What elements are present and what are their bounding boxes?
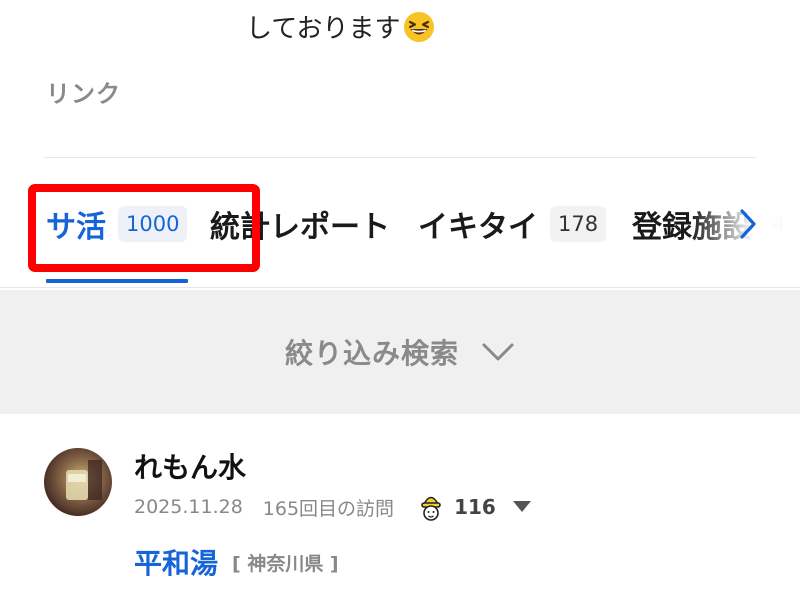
post-like-count: 116 (454, 495, 496, 519)
sauna-hat-icon (418, 492, 444, 522)
post-meta: 2025.11.28 165回目の訪問 116 (134, 492, 532, 522)
tab-label: サ活 (46, 210, 106, 245)
avatar[interactable] (44, 448, 112, 516)
tab-sakatsu[interactable]: サ活 1000 (46, 202, 188, 246)
tab-registered-facilities[interactable]: 登録施設 4 (632, 202, 793, 246)
tab-label: イキタイ (418, 210, 538, 245)
chevron-down-icon (481, 342, 515, 362)
post-visit-count: 165回目の訪問 (262, 497, 395, 520)
tab-count: 4 (772, 212, 786, 236)
facility-prefecture: [ 神奈川県 ] (232, 552, 339, 575)
likes-dropdown-button[interactable] (512, 496, 532, 518)
post-date: 2025.11.28 (134, 496, 243, 518)
triangle-down-icon (512, 496, 532, 518)
grinning-squinting-face-icon (402, 10, 436, 44)
filter-label: 絞り込み検索 (284, 337, 459, 370)
links-heading: リンク (46, 80, 121, 108)
active-tab-indicator (46, 279, 188, 283)
filter-search-toggle[interactable]: 絞り込み検索 (0, 290, 800, 414)
intro-text: しております (246, 8, 436, 45)
tab-count: 178 (550, 206, 607, 242)
post-username[interactable]: れもん水 (134, 446, 246, 486)
tab-label: 統計レポート (210, 210, 390, 245)
chevron-right-icon (738, 207, 758, 245)
divider (44, 157, 756, 158)
tab-count: 1000 (118, 206, 188, 242)
intro-text-label: しております (246, 14, 401, 44)
post-card: れもん水 2025.11.28 165回目の訪問 116 平和湯 [ 神奈川県 (0, 414, 800, 600)
facility-name-link[interactable]: 平和湯 (134, 542, 218, 582)
tab-statistics-report[interactable]: 統計レポート (210, 202, 390, 246)
tab-ikitai[interactable]: イキタイ 178 (418, 202, 607, 246)
tabs-scroll-right-button[interactable] (730, 202, 766, 250)
profile-tabs: サ活 1000 統計レポート イキタイ 178 登録施設 4 (0, 180, 800, 288)
post-facility: 平和湯 [ 神奈川県 ] (134, 542, 339, 582)
tabs-divider (0, 287, 800, 288)
